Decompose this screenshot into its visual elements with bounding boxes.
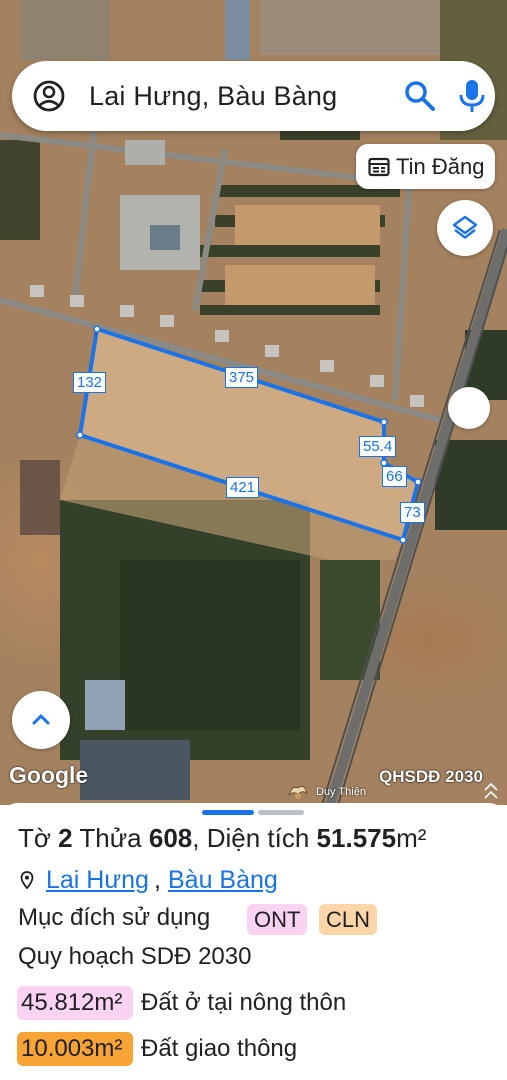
plan-row-desc: Đất giao thông bbox=[141, 1035, 298, 1062]
location-pin-icon bbox=[20, 871, 34, 889]
sheet-handle-active[interactable] bbox=[202, 810, 254, 815]
plan-row-area: 10.003m² bbox=[17, 1032, 133, 1066]
plan-label: Quy hoạch SDĐ 2030 bbox=[18, 943, 252, 970]
edge-label-east-lower: 73 bbox=[400, 502, 425, 523]
edge-label-east-upper: 55.4 bbox=[359, 436, 397, 457]
edge-label-north: 375 bbox=[225, 367, 259, 388]
edge-label-east-mid: 66 bbox=[382, 466, 407, 487]
location-separator: , bbox=[154, 866, 161, 894]
purpose-badge-cln: CLN bbox=[319, 904, 378, 935]
search-bar[interactable]: Lai Hưng, Bàu Bàng bbox=[12, 61, 495, 131]
parcel-title: Tờ 2 Thửa 608, Diện tích 51.575m² bbox=[18, 823, 427, 853]
plan-row-desc: Đất ở tại nông thôn bbox=[141, 989, 347, 1016]
edge-label-west: 132 bbox=[73, 372, 107, 393]
mic-icon[interactable] bbox=[454, 77, 490, 115]
expand-up-button[interactable] bbox=[12, 691, 70, 749]
layers-button[interactable] bbox=[437, 200, 493, 256]
edge-label-south: 421 bbox=[226, 477, 260, 498]
account-circle-icon[interactable] bbox=[32, 79, 66, 113]
search-query-text[interactable]: Lai Hưng, Bàu Bàng bbox=[89, 81, 337, 112]
map-view[interactable]: 375 132 421 55.4 66 73 Lai Hưng, Bàu Bàn… bbox=[0, 0, 507, 805]
watermark-text: Duy Thiện bbox=[316, 786, 366, 798]
search-icon[interactable] bbox=[402, 78, 438, 114]
map-control-dot[interactable] bbox=[448, 387, 490, 429]
sheet-handle-inactive[interactable] bbox=[258, 810, 304, 815]
google-logo: Google bbox=[9, 762, 89, 788]
location-link-district[interactable]: Bàu Bàng bbox=[168, 866, 278, 895]
purpose-label: Mục đích sử dụng bbox=[18, 904, 211, 931]
chevron-up-icon bbox=[32, 714, 50, 725]
parcel-info-sheet[interactable]: Tờ 2 Thửa 608, Diện tích 51.575m² Lai Hư… bbox=[0, 803, 507, 1080]
location-link-commune[interactable]: Lai Hưng bbox=[46, 866, 149, 895]
tin-dang-button[interactable]: Tin Đăng bbox=[356, 144, 495, 189]
listing-icon bbox=[368, 157, 390, 177]
expand-icon[interactable] bbox=[481, 781, 501, 801]
layers-icon bbox=[452, 215, 478, 239]
plan-row-area: 45.812m² bbox=[17, 986, 133, 1020]
watermark-logo-icon bbox=[288, 785, 308, 799]
purpose-badge-ont: ONT bbox=[247, 904, 308, 935]
map-layer-label: QHSDĐ 2030 bbox=[379, 767, 483, 786]
tin-dang-label: Tin Đăng bbox=[396, 154, 485, 179]
